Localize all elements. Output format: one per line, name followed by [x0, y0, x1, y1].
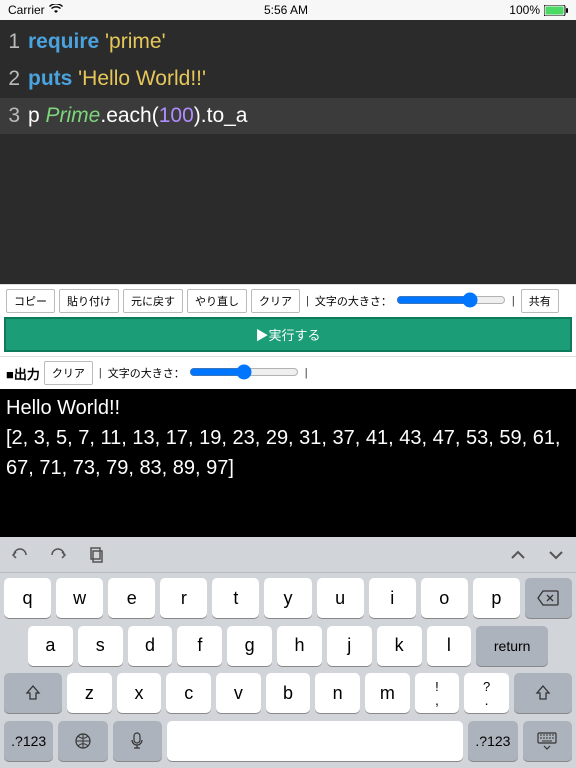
- kb-clipboard-icon[interactable]: [86, 545, 106, 565]
- code-line[interactable]: 2puts 'Hello World!!': [0, 61, 576, 98]
- code-content: puts 'Hello World!!': [28, 61, 576, 98]
- output-line: Hello World!!: [6, 393, 570, 423]
- line-number: 2: [0, 61, 28, 98]
- backspace-key[interactable]: [525, 578, 572, 618]
- code-editor[interactable]: 1require 'prime'2puts 'Hello World!!'3p …: [0, 20, 576, 284]
- code-line[interactable]: 1require 'prime': [0, 24, 576, 61]
- punct-key[interactable]: !,: [415, 673, 460, 713]
- mic-key[interactable]: [113, 721, 162, 761]
- battery-icon: [544, 5, 568, 16]
- undo-button[interactable]: 元に戻す: [123, 289, 183, 313]
- numkey[interactable]: .?123: [468, 721, 517, 761]
- key-m[interactable]: m: [365, 673, 410, 713]
- kb-down-icon[interactable]: [546, 545, 566, 565]
- dismiss-keyboard-key[interactable]: [523, 721, 572, 761]
- key-g[interactable]: g: [227, 626, 272, 666]
- fontsize-slider[interactable]: [396, 292, 506, 311]
- space-key[interactable]: [167, 721, 463, 761]
- punct-key[interactable]: ?.: [464, 673, 509, 713]
- key-x[interactable]: x: [117, 673, 162, 713]
- key-d[interactable]: d: [128, 626, 173, 666]
- key-p[interactable]: p: [473, 578, 520, 618]
- separator: |: [303, 367, 310, 379]
- separator: |: [97, 367, 104, 379]
- fontsize-label: 文字の大きさ：: [315, 293, 392, 309]
- redo-button[interactable]: やり直し: [187, 289, 247, 313]
- key-q[interactable]: q: [4, 578, 51, 618]
- key-o[interactable]: o: [421, 578, 468, 618]
- key-t[interactable]: t: [212, 578, 259, 618]
- carrier-label: Carrier: [8, 3, 45, 17]
- output-line: [2, 3, 5, 7, 11, 13, 17, 19, 23, 29, 31,…: [6, 423, 570, 483]
- status-bar: Carrier 5:56 AM 100%: [0, 0, 576, 20]
- output-clear-button[interactable]: クリア: [44, 361, 93, 385]
- return-key[interactable]: return: [476, 626, 548, 666]
- key-u[interactable]: u: [317, 578, 364, 618]
- wifi-icon: [49, 3, 63, 17]
- key-z[interactable]: z: [67, 673, 112, 713]
- line-number: 3: [0, 98, 28, 135]
- key-e[interactable]: e: [108, 578, 155, 618]
- key-a[interactable]: a: [28, 626, 73, 666]
- separator: |: [304, 295, 311, 307]
- battery-label: 100%: [509, 3, 540, 17]
- code-content: require 'prime': [28, 24, 576, 61]
- separator: |: [510, 295, 517, 307]
- key-c[interactable]: c: [166, 673, 211, 713]
- key-n[interactable]: n: [315, 673, 360, 713]
- key-r[interactable]: r: [160, 578, 207, 618]
- run-button[interactable]: ▶実行する: [4, 317, 572, 352]
- clear-button[interactable]: クリア: [251, 289, 300, 313]
- key-w[interactable]: w: [56, 578, 103, 618]
- numkey[interactable]: .?123: [4, 721, 53, 761]
- copy-button[interactable]: コピー: [6, 289, 55, 313]
- shift-key[interactable]: [4, 673, 62, 713]
- clock: 5:56 AM: [264, 3, 308, 17]
- code-line[interactable]: 3p Prime.each(100).to_a: [0, 98, 576, 135]
- output-fontsize-label: 文字の大きさ：: [108, 365, 185, 381]
- kb-up-icon[interactable]: [508, 545, 528, 565]
- key-y[interactable]: y: [264, 578, 311, 618]
- globe-key[interactable]: [58, 721, 107, 761]
- key-v[interactable]: v: [216, 673, 261, 713]
- key-b[interactable]: b: [266, 673, 311, 713]
- key-s[interactable]: s: [78, 626, 123, 666]
- line-number: 1: [0, 24, 28, 61]
- key-h[interactable]: h: [277, 626, 322, 666]
- output-label: ■出力: [6, 364, 40, 383]
- shift-key[interactable]: [514, 673, 572, 713]
- kb-undo-icon[interactable]: [10, 545, 30, 565]
- code-content: p Prime.each(100).to_a: [28, 98, 576, 135]
- editor-toolbar: コピー 貼り付け 元に戻す やり直し クリア | 文字の大きさ： | 共有: [0, 284, 576, 317]
- key-l[interactable]: l: [427, 626, 472, 666]
- kb-redo-icon[interactable]: [48, 545, 68, 565]
- output-fontsize-slider[interactable]: [189, 364, 299, 383]
- key-j[interactable]: j: [327, 626, 372, 666]
- key-k[interactable]: k: [377, 626, 422, 666]
- output-toolbar: ■出力 クリア | 文字の大きさ： |: [0, 356, 576, 389]
- output-pane: Hello World!![2, 3, 5, 7, 11, 13, 17, 19…: [0, 389, 576, 537]
- key-i[interactable]: i: [369, 578, 416, 618]
- paste-button[interactable]: 貼り付け: [59, 289, 119, 313]
- key-f[interactable]: f: [177, 626, 222, 666]
- share-button[interactable]: 共有: [521, 289, 559, 313]
- keyboard: qwertyuiop asdfghjklreturn zxcvbnm!,?. .…: [0, 537, 576, 768]
